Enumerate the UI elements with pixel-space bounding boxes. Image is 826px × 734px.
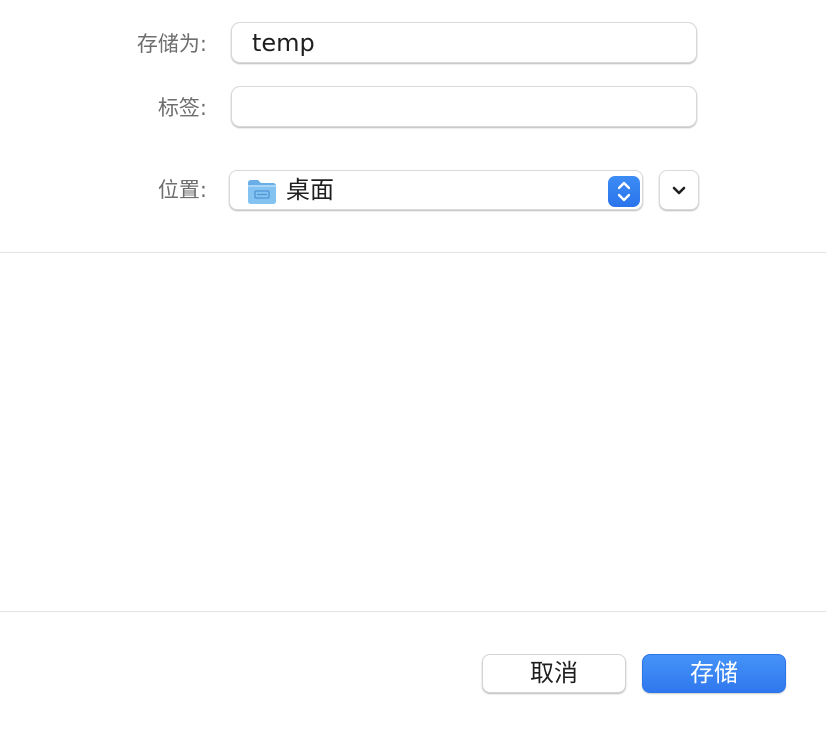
expand-dialog-button[interactable] [659, 170, 699, 210]
bottom-divider [0, 611, 826, 612]
location-value: 桌面 [286, 176, 334, 204]
save-button[interactable]: 存储 [642, 654, 786, 693]
chevron-down-icon [672, 186, 686, 195]
folder-icon [248, 180, 276, 204]
save-as-label: 存储为: [136, 32, 207, 56]
location-label: 位置: [157, 178, 207, 202]
save-as-input[interactable] [231, 22, 697, 63]
cancel-button[interactable]: 取消 [482, 654, 626, 693]
location-popup-button[interactable]: 桌面 [229, 170, 643, 210]
save-dialog: 存储为: 标签: 位置: 桌面 取消 存储 [0, 0, 826, 734]
tags-input[interactable] [231, 86, 697, 127]
up-down-chevron-icon [608, 176, 640, 207]
file-browser-area [0, 253, 826, 611]
tags-label: 标签: [157, 96, 207, 120]
